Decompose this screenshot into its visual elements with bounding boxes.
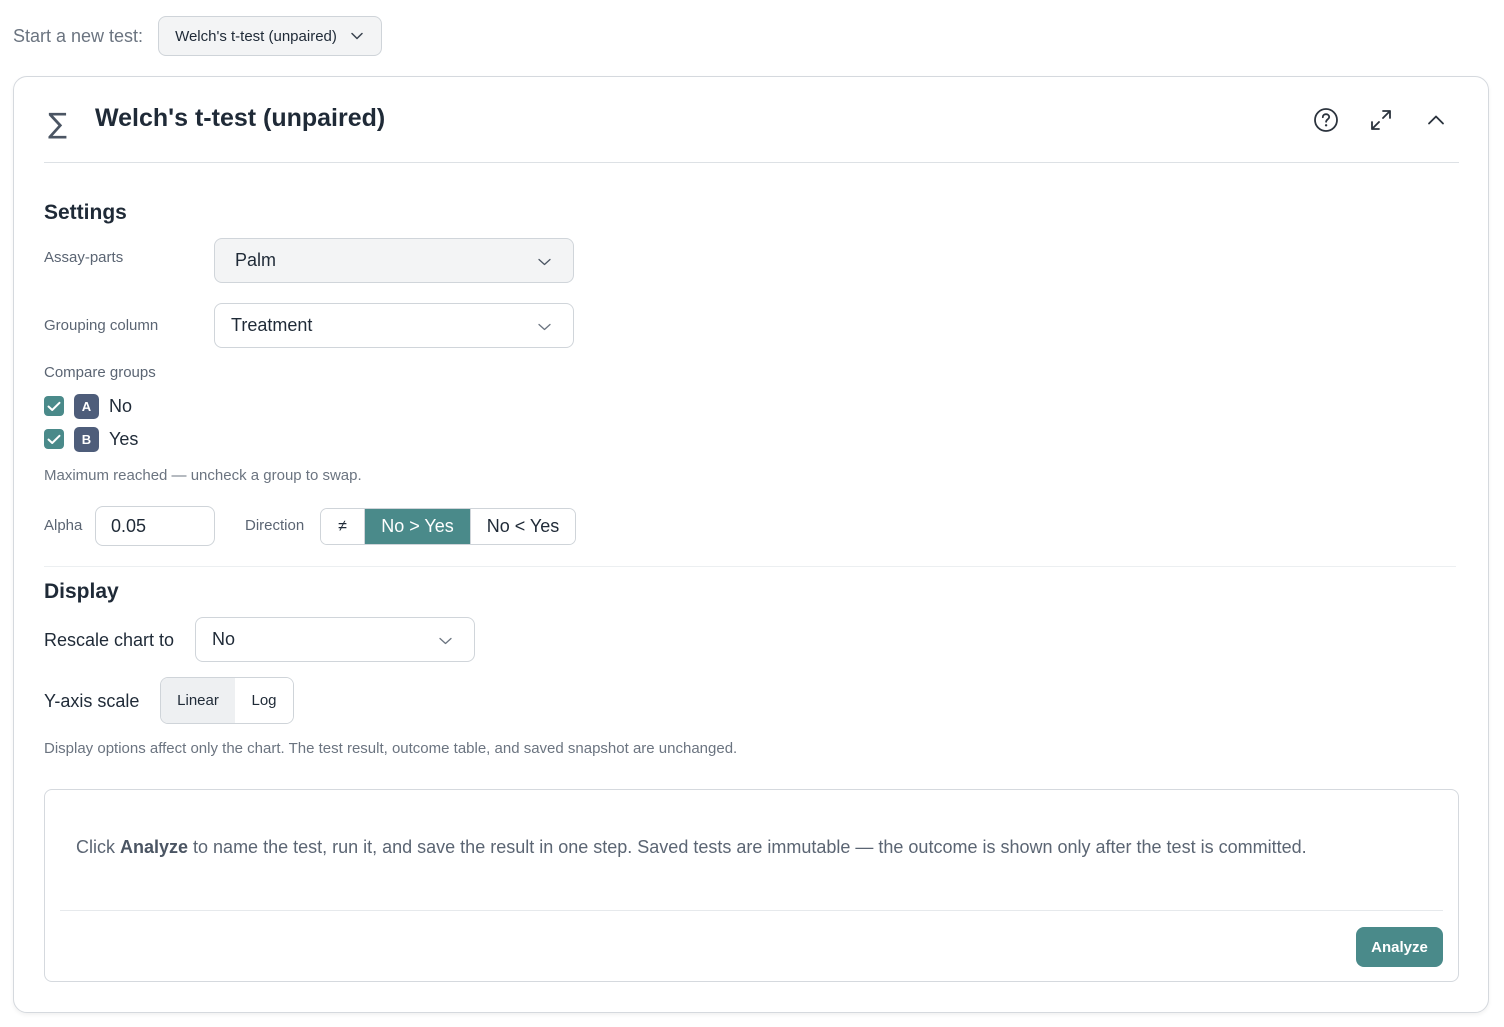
- group-b-badge: B: [74, 426, 99, 452]
- chevron-down-icon: [538, 315, 551, 336]
- rescale-value: No: [212, 629, 236, 649]
- chevron-down-icon: [538, 250, 551, 271]
- y-axis-scale-toggle: Linear Log: [160, 677, 294, 724]
- test-type-value: Welch's t-test (unpaired): [175, 27, 337, 45]
- group-a-name: No: [109, 395, 133, 416]
- group-row-b: B Yes: [44, 426, 139, 452]
- direction-two-sided[interactable]: ≠: [321, 509, 364, 544]
- analyze-button[interactable]: Analyze: [1356, 927, 1443, 967]
- display-note: Display options affect only the chart. T…: [44, 740, 738, 757]
- max-groups-hint: Maximum reached — uncheck a group to swa…: [44, 467, 362, 484]
- y-axis-linear[interactable]: Linear: [161, 678, 235, 723]
- direction-label: Direction: [245, 517, 305, 534]
- y-axis-log[interactable]: Log: [235, 678, 293, 723]
- group-b-checkbox[interactable]: [44, 429, 64, 449]
- group-b-name: Yes: [109, 428, 139, 449]
- test-card: ∑ Welch's t-test (unpaired) Settings Ass…: [13, 76, 1489, 1013]
- assay-parts-value: Palm: [235, 250, 277, 270]
- assay-parts-label: Assay-parts: [44, 249, 124, 266]
- grouping-column-select[interactable]: Treatment: [214, 303, 574, 348]
- group-a-checkbox[interactable]: [44, 396, 64, 416]
- collapse-icon[interactable]: [1421, 105, 1451, 135]
- analyze-instructions: Click Analyze to name the test, run it, …: [76, 837, 1307, 858]
- section-divider: [44, 566, 1456, 567]
- rescale-select[interactable]: No: [195, 617, 475, 662]
- direction-greater[interactable]: No > Yes: [364, 509, 470, 544]
- group-row-a: A No: [44, 393, 133, 419]
- group-a-badge: A: [74, 393, 99, 419]
- analyze-panel: Click Analyze to name the test, run it, …: [44, 789, 1459, 982]
- expand-icon[interactable]: [1366, 105, 1396, 135]
- rescale-label: Rescale chart to: [44, 630, 175, 650]
- direction-less[interactable]: No < Yes: [470, 509, 575, 544]
- new-test-row: Start a new test: Welch's t-test (unpair…: [13, 16, 382, 56]
- grouping-column-value: Treatment: [231, 315, 313, 335]
- alpha-input[interactable]: [95, 506, 215, 546]
- instructions-suffix: to name the test, run it, and save the r…: [188, 837, 1307, 857]
- chevron-down-icon: [351, 32, 363, 40]
- settings-title: Settings: [44, 201, 127, 224]
- display-title: Display: [44, 580, 119, 603]
- grouping-column-label: Grouping column: [44, 317, 159, 334]
- help-icon[interactable]: [1311, 105, 1341, 135]
- y-axis-scale-label: Y-axis scale: [44, 691, 140, 711]
- card-title: Welch's t-test (unpaired): [95, 104, 386, 132]
- card-header: ∑ Welch's t-test (unpaired): [44, 77, 1459, 163]
- alpha-label: Alpha: [44, 517, 83, 534]
- instructions-prefix: Click: [76, 837, 120, 857]
- chevron-down-icon: [439, 629, 452, 650]
- direction-toggle: ≠ No > Yes No < Yes: [320, 508, 576, 545]
- compare-groups-label: Compare groups: [44, 364, 156, 381]
- instructions-bold: Analyze: [120, 837, 189, 857]
- sigma-icon: ∑: [48, 107, 67, 140]
- panel-divider: [60, 910, 1443, 911]
- new-test-label: Start a new test:: [13, 25, 144, 46]
- assay-parts-select[interactable]: Palm: [214, 238, 574, 283]
- test-type-select[interactable]: Welch's t-test (unpaired): [158, 16, 382, 56]
